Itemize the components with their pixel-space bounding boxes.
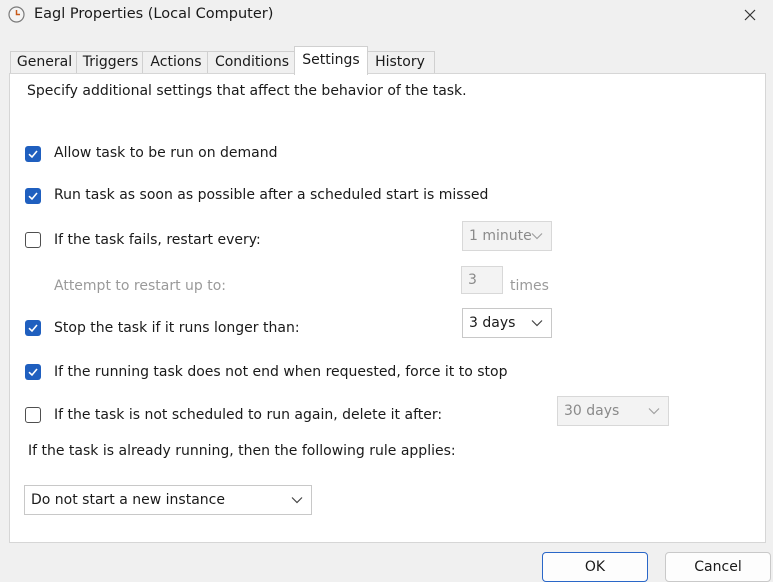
allow-on-demand-checkbox[interactable] xyxy=(25,146,41,162)
settings-intro: Specify additional settings that affect … xyxy=(27,83,467,99)
checkmark-icon xyxy=(28,150,38,159)
checkmark-icon xyxy=(28,324,38,333)
clock-icon xyxy=(8,6,25,23)
chevron-down-icon xyxy=(531,320,543,327)
checkmark-icon xyxy=(28,368,38,377)
stop-if-long-label: Stop the task if it runs longer than: xyxy=(54,320,300,336)
running-rule-label: If the task is already running, then the… xyxy=(28,443,456,459)
force-stop-label: If the running task does not end when re… xyxy=(54,364,508,380)
restart-on-fail-label: If the task fails, restart every: xyxy=(54,232,261,248)
stop-if-long-checkbox[interactable] xyxy=(25,320,41,336)
delete-after-value: 30 days xyxy=(564,403,620,419)
allow-on-demand-label: Allow task to be run on demand xyxy=(54,145,278,161)
restart-interval-dropdown[interactable]: 1 minute xyxy=(462,221,552,251)
restart-interval-value: 1 minute xyxy=(469,228,532,244)
force-stop-checkbox[interactable] xyxy=(25,364,41,380)
restart-attempts-unit: times xyxy=(510,278,549,294)
tab-settings[interactable]: Settings xyxy=(294,46,368,75)
tab-history[interactable]: History xyxy=(365,51,435,74)
ok-button[interactable]: OK xyxy=(542,552,648,582)
tab-general[interactable]: General xyxy=(10,51,79,74)
stop-duration-dropdown[interactable]: 3 days xyxy=(462,308,552,338)
window-title: Eagl Properties (Local Computer) xyxy=(34,6,274,22)
restart-on-fail-checkbox[interactable] xyxy=(25,232,41,248)
tab-actions[interactable]: Actions xyxy=(142,51,210,74)
chevron-down-icon xyxy=(648,408,660,415)
close-button[interactable] xyxy=(727,0,773,30)
restart-attempts-label: Attempt to restart up to: xyxy=(54,278,226,294)
chevron-down-icon xyxy=(291,497,303,504)
stop-duration-value: 3 days xyxy=(469,315,516,331)
checkmark-icon xyxy=(28,192,38,201)
running-rule-dropdown[interactable]: Do not start a new instance xyxy=(24,485,312,515)
delete-after-checkbox[interactable] xyxy=(25,407,41,423)
delete-after-label: If the task is not scheduled to run agai… xyxy=(54,407,443,423)
running-rule-value: Do not start a new instance xyxy=(31,492,225,508)
title-bar: Eagl Properties (Local Computer) xyxy=(0,0,773,30)
close-icon xyxy=(744,9,756,21)
settings-panel xyxy=(9,73,766,543)
tab-triggers[interactable]: Triggers xyxy=(76,51,145,74)
chevron-down-icon xyxy=(531,233,543,240)
run-asap-label: Run task as soon as possible after a sch… xyxy=(54,187,489,203)
cancel-button[interactable]: Cancel xyxy=(665,552,771,582)
run-asap-checkbox[interactable] xyxy=(25,188,41,204)
delete-after-dropdown[interactable]: 30 days xyxy=(557,396,669,426)
tab-conditions[interactable]: Conditions xyxy=(207,51,297,74)
restart-attempts-input[interactable]: 3 xyxy=(461,266,503,294)
